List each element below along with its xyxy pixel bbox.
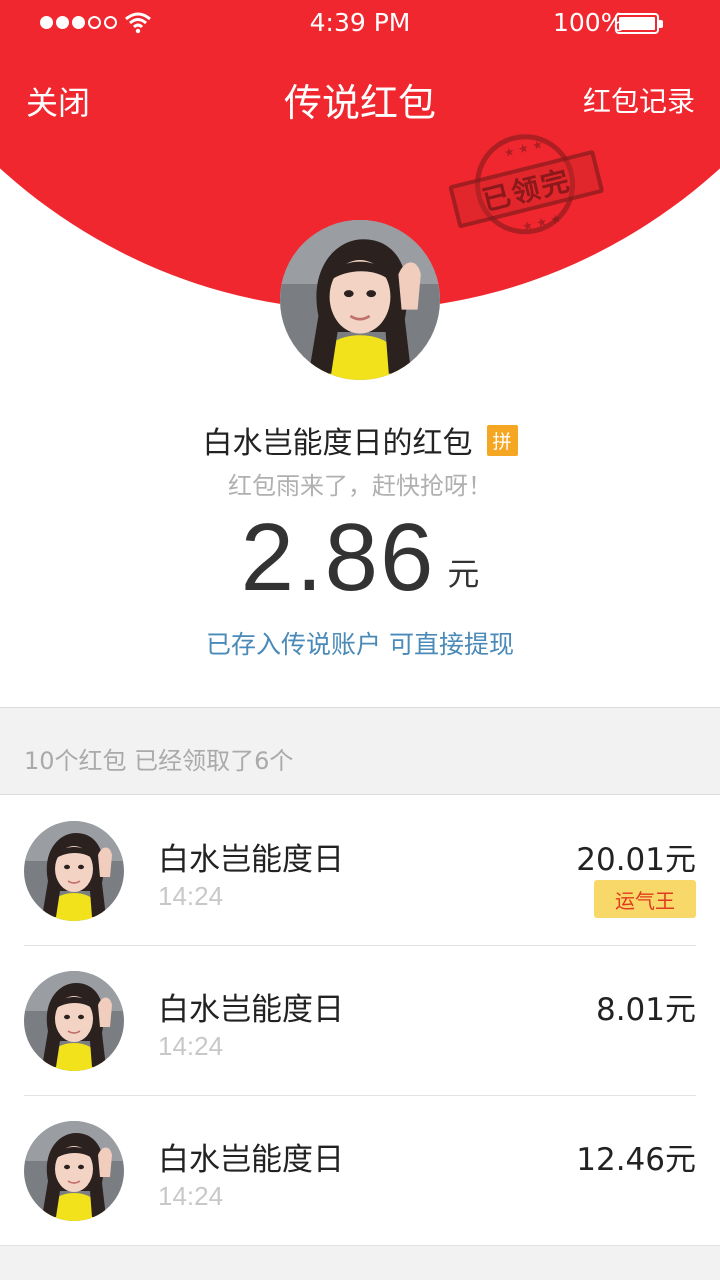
claim-amount: 8.01元 <box>595 992 696 1028</box>
sender-row: 白水岂能度日的红包 拼 <box>0 418 720 462</box>
packet-greeting: 红包雨来了，赶快抢呀！ <box>228 472 492 500</box>
sender-packet-title: 白水岂能度日的红包 <box>202 426 473 461</box>
claim-time: 14:24 <box>158 1031 224 1061</box>
withdraw-link[interactable]: 已存入传说账户 可直接提现 <box>0 625 720 661</box>
received-amount: 2.86 元 <box>0 504 720 611</box>
claim-time: 14:24 <box>158 881 224 911</box>
list-item[interactable]: 白水岂能度日 14:24 8.01元 <box>0 946 720 1096</box>
bottom-background <box>0 1246 720 1280</box>
battery-percentage: 100% <box>553 8 625 37</box>
claim-summary-text: 10个红包 已经领取了6个 <box>24 747 294 775</box>
list-item[interactable]: 白水岂能度日 14:24 12.46元 <box>0 1096 720 1246</box>
recipient-name: 白水岂能度日 <box>158 842 344 878</box>
claim-amount: 20.01元 <box>576 842 696 878</box>
recipient-avatar <box>24 1121 124 1221</box>
packet-records-button[interactable]: 红包记录 <box>583 80 695 120</box>
recipient-name: 白水岂能度日 <box>158 1142 344 1178</box>
list-item[interactable]: 白水岂能度日 14:24 20.01元 运气王 <box>0 796 720 946</box>
group-packet-badge: 拼 <box>486 424 518 456</box>
recipient-avatar <box>24 971 124 1071</box>
sender-avatar <box>280 220 440 380</box>
recipient-avatar <box>24 821 124 921</box>
recipient-list: 白水岂能度日 14:24 20.01元 运气王 白水岂能度日 14:24 8.0… <box>0 796 720 1246</box>
amount-value: 2.86 <box>240 504 436 611</box>
claim-amount: 12.46元 <box>576 1142 696 1178</box>
recipient-name: 白水岂能度日 <box>158 992 344 1028</box>
claim-summary-bar: 10个红包 已经领取了6个 <box>0 707 720 795</box>
status-bar: 4:39 PM 100% <box>0 0 720 48</box>
luckiest-badge: 运气王 <box>594 880 696 918</box>
red-packet-detail-screen: 4:39 PM 100% 关闭 传说红包 红包记录 ★ ★ ★ ★ ★ ★ 已领… <box>0 0 720 1280</box>
battery-icon <box>615 13 663 34</box>
claim-time: 14:24 <box>158 1181 224 1211</box>
amount-unit: 元 <box>447 554 480 593</box>
